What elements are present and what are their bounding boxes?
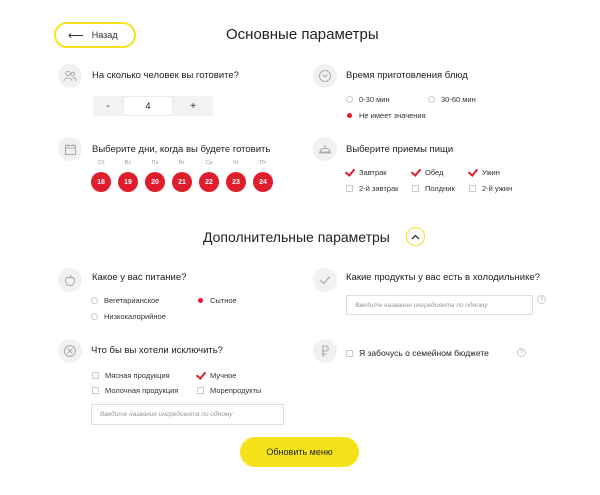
day-labels: Сб Вс Пн Вт Ср Чт Пт (91, 160, 273, 166)
meal-checkbox[interactable]: Ужин (469, 168, 500, 177)
people-icon (58, 64, 82, 88)
exclude-question: Что бы вы хотели исключить? (91, 345, 223, 356)
diet-option[interactable]: Сытное (197, 296, 237, 305)
day-button[interactable]: 22 (199, 172, 219, 192)
days-question: Выберите дни, когда вы будете готовить (92, 144, 271, 155)
day-button[interactable]: 19 (118, 172, 138, 192)
radio-icon (91, 297, 98, 304)
page-title: Основные параметры (226, 26, 379, 43)
checkbox-icon (412, 185, 419, 192)
meal-checkbox[interactable]: Завтрак (346, 168, 387, 177)
calendar-icon (58, 137, 82, 161)
budget-checkbox[interactable]: Я забочусь о семейном бюджете (346, 348, 489, 358)
exclude-checkbox[interactable]: Мучное (197, 371, 236, 380)
day-button[interactable]: 21 (172, 172, 192, 192)
checkbox-icon (346, 185, 353, 192)
help-icon[interactable]: ? (537, 295, 546, 304)
weekday-label: Пн (151, 160, 159, 166)
radio-icon (428, 96, 435, 103)
cook-time-question: Время приготовления блюд (346, 70, 468, 81)
checkmark-icon (346, 169, 353, 176)
weekday-label: Пт (259, 160, 267, 166)
day-button[interactable]: 23 (226, 172, 246, 192)
diet-question: Какое у вас питание? (92, 272, 187, 283)
people-count-input[interactable]: 4 (123, 96, 173, 116)
meal-checkbox[interactable]: 2-й ужин (469, 184, 512, 193)
radio-icon (346, 96, 353, 103)
checkmark-circle-icon (313, 268, 337, 292)
checkmark-icon (197, 372, 204, 379)
meal-checkbox[interactable]: Полдник (412, 184, 455, 193)
diet-option[interactable]: Вегетарианское (91, 296, 159, 305)
exclude-checkbox[interactable]: Морепродукты (197, 386, 261, 395)
day-picker: 18 19 20 21 22 23 24 (91, 172, 273, 192)
ruble-icon (313, 339, 337, 363)
exclude-checkbox[interactable]: Мясная продукция (92, 371, 170, 380)
increment-button[interactable]: + (173, 101, 213, 112)
meal-checkbox[interactable]: Обед (412, 168, 443, 177)
close-circle-icon (58, 339, 82, 363)
back-button-label: Назад (91, 30, 118, 40)
checkbox-icon (92, 387, 99, 394)
day-button[interactable]: 18 (91, 172, 111, 192)
exclude-ingredient-input[interactable]: Введите название ингредиента по одному (91, 404, 284, 425)
apple-icon (58, 268, 82, 292)
checkbox-icon (92, 372, 99, 379)
cook-time-option[interactable]: 0-30 мин (346, 95, 390, 104)
chevron-up-icon[interactable] (406, 227, 425, 246)
fridge-ingredient-input[interactable]: Введите название ингредиента по одному (346, 295, 533, 315)
checkmark-icon (412, 169, 419, 176)
clock-icon (313, 64, 337, 88)
radio-selected-icon (197, 297, 204, 304)
meal-checkbox[interactable]: 2-й завтрак (346, 184, 398, 193)
update-menu-button[interactable]: Обновить меню (240, 437, 359, 467)
decrement-button[interactable]: - (93, 101, 123, 112)
checkbox-icon (346, 349, 353, 357)
weekday-label: Ср (205, 160, 213, 166)
back-button[interactable]: ⟵ Назад (54, 22, 136, 48)
meals-question: Выберите приемы пищи (346, 144, 454, 155)
checkbox-icon (469, 185, 476, 192)
help-icon[interactable]: ? (517, 348, 526, 357)
diet-option[interactable]: Низкокалорийное (91, 312, 166, 321)
arrow-left-icon: ⟵ (68, 29, 84, 42)
day-button[interactable]: 20 (145, 172, 165, 192)
radio-icon (91, 313, 98, 320)
people-question: На сколько человек вы готовите? (92, 70, 239, 81)
exclude-checkbox[interactable]: Молочная продукция (92, 386, 178, 395)
cloche-icon (313, 137, 337, 161)
checkbox-icon (197, 387, 204, 394)
section-title-additional: Дополнительные параметры (203, 229, 390, 245)
weekday-label: Вс (124, 160, 132, 166)
weekday-label: Чт (232, 160, 240, 166)
weekday-label: Вт (178, 160, 185, 166)
weekday-label: Сб (97, 160, 105, 166)
day-button[interactable]: 24 (253, 172, 273, 192)
cook-time-option[interactable]: Не имеет значения (346, 111, 426, 120)
checkmark-icon (469, 169, 476, 176)
cook-time-option[interactable]: 30-60 мин (428, 95, 476, 104)
people-stepper: - 4 + (93, 96, 213, 116)
fridge-question: Какие продукты у вас есть в холодильнике… (346, 272, 540, 283)
radio-selected-icon (346, 112, 353, 119)
